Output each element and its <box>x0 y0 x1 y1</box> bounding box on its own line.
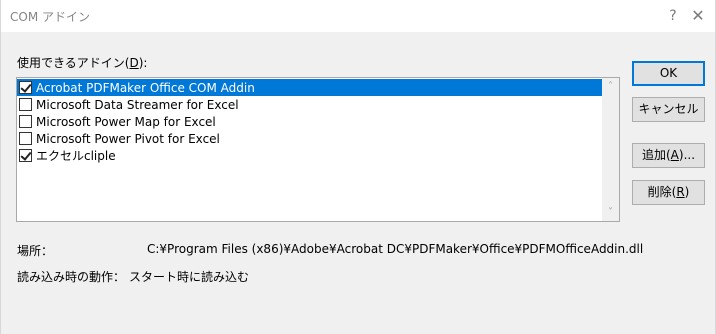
load-behavior-label: 読み込み時の動作： <box>17 270 126 284</box>
addin-list-label: 使用できるアドイン(D): <box>17 54 147 71</box>
list-item[interactable]: エクセルcliple <box>17 147 603 164</box>
list-item-label: Microsoft Power Map for Excel <box>36 114 216 129</box>
help-icon[interactable]: ? <box>661 4 685 28</box>
ok-button[interactable]: OK <box>632 61 705 86</box>
checkbox[interactable] <box>19 115 32 128</box>
add-button-accel: A <box>670 148 679 162</box>
cancel-button[interactable]: キャンセル <box>632 97 705 122</box>
addin-listbox[interactable]: Acrobat PDFMaker Office COM Addin Micros… <box>16 77 620 222</box>
addin-list-rows: Acrobat PDFMaker Office COM Addin Micros… <box>17 79 603 164</box>
remove-button-accel: R <box>676 185 685 199</box>
scroll-up-icon[interactable]: ˄ <box>602 78 619 95</box>
list-item-label: エクセルcliple <box>36 149 116 163</box>
window-title: COM アドイン <box>10 10 90 24</box>
remove-button-prefix: 削除( <box>647 185 677 199</box>
load-behavior-value: スタート時に読み込む <box>129 270 250 284</box>
location-label: 場所： <box>17 244 54 258</box>
add-button-suffix: )... <box>678 148 696 162</box>
checkbox[interactable] <box>19 132 32 145</box>
location-value: C:¥Program Files (x86)¥Adobe¥Acrobat DC¥… <box>147 242 644 256</box>
list-item-label: Microsoft Data Streamer for Excel <box>36 97 239 112</box>
list-item[interactable]: Acrobat PDFMaker Office COM Addin <box>17 79 603 96</box>
add-button[interactable]: 追加(A)... <box>632 143 705 168</box>
list-item-label: Microsoft Power Pivot for Excel <box>36 131 220 146</box>
remove-button-suffix: ) <box>684 185 690 199</box>
addin-list-label-suffix: ): <box>138 56 148 70</box>
addin-list-label-accel: D <box>129 56 139 70</box>
title-bar: COM アドイン ? ✕ <box>1 0 715 32</box>
list-item[interactable]: Microsoft Data Streamer for Excel <box>17 96 603 113</box>
add-button-prefix: 追加( <box>641 148 671 162</box>
checkbox[interactable] <box>19 149 32 162</box>
scroll-down-icon[interactable]: ˅ <box>602 204 619 221</box>
com-addins-dialog: COM アドイン ? ✕ 使用できるアドイン(D): Acrobat PDFMa… <box>0 0 716 334</box>
checkbox[interactable] <box>19 98 32 111</box>
list-item[interactable]: Microsoft Power Pivot for Excel <box>17 130 603 147</box>
list-item-label: Acrobat PDFMaker Office COM Addin <box>36 80 255 95</box>
checkbox[interactable] <box>19 81 32 94</box>
addin-list-label-prefix: 使用できるアドイン( <box>17 56 130 70</box>
vertical-scrollbar[interactable]: ˄ ˅ <box>602 78 619 221</box>
close-icon[interactable]: ✕ <box>686 4 710 28</box>
remove-button[interactable]: 削除(R) <box>632 180 705 205</box>
list-item[interactable]: Microsoft Power Map for Excel <box>17 113 603 130</box>
